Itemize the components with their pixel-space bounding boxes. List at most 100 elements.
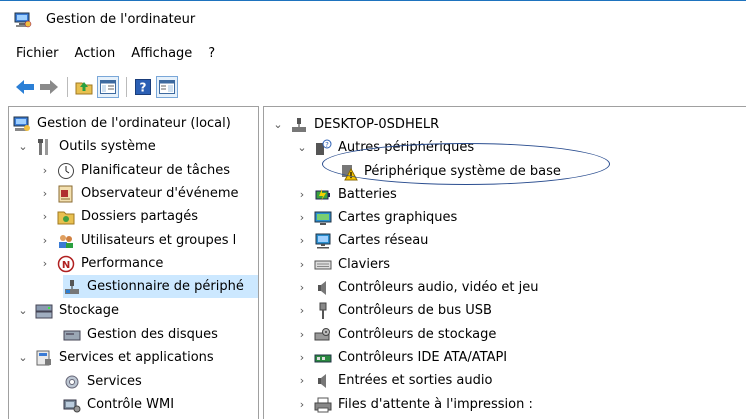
device-category-network[interactable]: › Cartes réseau bbox=[296, 229, 428, 252]
device-category-display[interactable]: › Cartes graphiques bbox=[296, 206, 458, 229]
ide-controller-icon bbox=[314, 349, 332, 367]
up-button[interactable] bbox=[73, 76, 95, 98]
help-button[interactable]: ? bbox=[132, 76, 154, 98]
usb-icon bbox=[314, 302, 332, 320]
chevron-right-icon[interactable]: › bbox=[296, 304, 308, 317]
storage-icon bbox=[35, 302, 53, 320]
shared-folder-icon bbox=[57, 208, 75, 226]
title-bar: Gestion de l'ordinateur bbox=[0, 0, 746, 38]
device-category-keyboards[interactable]: › Claviers bbox=[296, 253, 390, 276]
window-title: Gestion de l'ordinateur bbox=[46, 12, 196, 27]
tree-item-services[interactable]: Services bbox=[63, 370, 142, 393]
computer-management-icon bbox=[14, 11, 32, 29]
chevron-right-icon[interactable]: › bbox=[39, 234, 51, 247]
device-category-audio-io[interactable]: › Entrées et sorties audio bbox=[296, 369, 493, 392]
services-apps-icon bbox=[35, 349, 53, 367]
printer-icon bbox=[314, 396, 332, 414]
device-base-system[interactable]: Périphérique système de base bbox=[340, 160, 561, 183]
chevron-down-icon[interactable]: ⌄ bbox=[296, 141, 308, 154]
device-category-batteries[interactable]: › Batteries bbox=[296, 183, 397, 206]
users-icon bbox=[57, 232, 75, 250]
show-console-tree-button[interactable] bbox=[97, 76, 119, 98]
tree-item-wmi[interactable]: Contrôle WMI bbox=[63, 393, 174, 416]
tree-item-services-apps[interactable]: ⌄ Services et applications bbox=[17, 346, 214, 369]
tree-item-local-users[interactable]: › Utilisateurs et groupes l bbox=[39, 229, 236, 252]
svg-text:N: N bbox=[62, 260, 70, 271]
chevron-right-icon[interactable]: › bbox=[296, 328, 308, 341]
chevron-right-icon[interactable]: › bbox=[39, 257, 51, 270]
chevron-right-icon[interactable]: › bbox=[39, 187, 51, 200]
console-tree-pane: Gestion de l'ordinateur (local) ⌄ Outils… bbox=[8, 106, 259, 419]
tree-item-shared-folders[interactable]: › Dossiers partagés bbox=[39, 205, 198, 228]
properties-icon bbox=[159, 80, 175, 94]
console-tree-icon bbox=[100, 80, 116, 94]
network-adapter-icon bbox=[314, 232, 332, 250]
warning-device-icon bbox=[340, 163, 358, 181]
storage-controller-icon bbox=[314, 326, 332, 344]
clock-icon bbox=[57, 162, 75, 180]
tree-item-performance[interactable]: › N Performance bbox=[39, 252, 163, 275]
chevron-down-icon[interactable]: ⌄ bbox=[17, 140, 29, 153]
tree-item-disk-management[interactable]: Gestion des disques bbox=[63, 323, 218, 346]
device-category-usb[interactable]: › Contrôleurs de bus USB bbox=[296, 299, 492, 322]
menu-file[interactable]: Fichier bbox=[16, 46, 59, 61]
chevron-down-icon[interactable]: ⌄ bbox=[272, 118, 284, 131]
device-category-ide[interactable]: › Contrôleurs IDE ATA/ATAPI bbox=[296, 346, 507, 369]
battery-icon bbox=[314, 186, 332, 204]
back-button[interactable] bbox=[14, 76, 36, 98]
chevron-right-icon[interactable]: › bbox=[296, 211, 308, 224]
gear-icon bbox=[63, 373, 81, 391]
tree-item-device-manager[interactable]: Gestionnaire de périphé bbox=[63, 275, 258, 298]
tree-item-task-scheduler[interactable]: › Planificateur de tâches bbox=[39, 159, 230, 182]
wmi-icon bbox=[63, 396, 81, 414]
chevron-right-icon[interactable]: › bbox=[39, 210, 51, 223]
menu-bar: Fichier Action Affichage ? bbox=[0, 42, 231, 64]
chevron-right-icon[interactable]: › bbox=[296, 258, 308, 271]
tree-item-root[interactable]: Gestion de l'ordinateur (local) bbox=[13, 112, 231, 135]
performance-icon: N bbox=[57, 255, 75, 273]
speaker-icon bbox=[314, 279, 332, 297]
toolbar-separator bbox=[67, 77, 68, 97]
chevron-right-icon[interactable]: › bbox=[296, 234, 308, 247]
tree-item-system-tools[interactable]: ⌄ Outils système bbox=[17, 135, 156, 158]
tree-item-storage[interactable]: ⌄ Stockage bbox=[17, 299, 119, 322]
keyboard-icon bbox=[314, 256, 332, 274]
folder-up-icon bbox=[75, 82, 93, 95]
arrow-right-icon bbox=[40, 80, 58, 94]
menu-help[interactable]: ? bbox=[208, 46, 215, 61]
svg-text:?: ? bbox=[140, 81, 147, 95]
device-category-print-queues[interactable]: › Files d'attente à l'impression : bbox=[296, 393, 533, 416]
device-category-storage-controllers[interactable]: › Contrôleurs de stockage bbox=[296, 323, 497, 346]
computer-icon bbox=[290, 116, 308, 134]
arrow-left-icon bbox=[16, 80, 34, 94]
device-list-pane: ⌄ DESKTOP-0SDHELR ⌄ ? Autres périphériqu… bbox=[263, 106, 746, 419]
svg-text:?: ? bbox=[325, 141, 329, 149]
properties-button[interactable] bbox=[156, 76, 178, 98]
chevron-down-icon[interactable]: ⌄ bbox=[17, 304, 29, 317]
tree-item-event-viewer[interactable]: › Observateur d'événeme bbox=[39, 182, 239, 205]
display-adapter-icon bbox=[314, 209, 332, 227]
computer-management-icon bbox=[13, 115, 31, 133]
menu-action[interactable]: Action bbox=[75, 46, 116, 61]
device-category-sound[interactable]: › Contrôleurs audio, vidéo et jeu bbox=[296, 276, 539, 299]
forward-button[interactable] bbox=[38, 76, 60, 98]
audio-io-icon bbox=[314, 372, 332, 390]
toolbar: ? bbox=[0, 72, 180, 102]
chevron-right-icon[interactable]: › bbox=[296, 398, 308, 411]
chevron-right-icon[interactable]: › bbox=[296, 281, 308, 294]
chevron-right-icon[interactable]: › bbox=[296, 374, 308, 387]
disk-icon bbox=[63, 326, 81, 344]
device-manager-icon bbox=[63, 278, 81, 296]
chevron-right-icon[interactable]: › bbox=[39, 164, 51, 177]
menu-view[interactable]: Affichage bbox=[131, 46, 192, 61]
chevron-right-icon[interactable]: › bbox=[296, 351, 308, 364]
device-category-other[interactable]: ⌄ ? Autres périphériques bbox=[296, 136, 474, 159]
help-icon: ? bbox=[135, 79, 151, 95]
device-root[interactable]: ⌄ DESKTOP-0SDHELR bbox=[272, 113, 439, 136]
event-log-icon bbox=[57, 185, 75, 203]
toolbar-separator bbox=[126, 77, 127, 97]
tools-icon bbox=[35, 138, 53, 156]
unknown-device-icon: ? bbox=[314, 139, 332, 157]
chevron-right-icon[interactable]: › bbox=[296, 188, 308, 201]
chevron-down-icon[interactable]: ⌄ bbox=[17, 351, 29, 364]
